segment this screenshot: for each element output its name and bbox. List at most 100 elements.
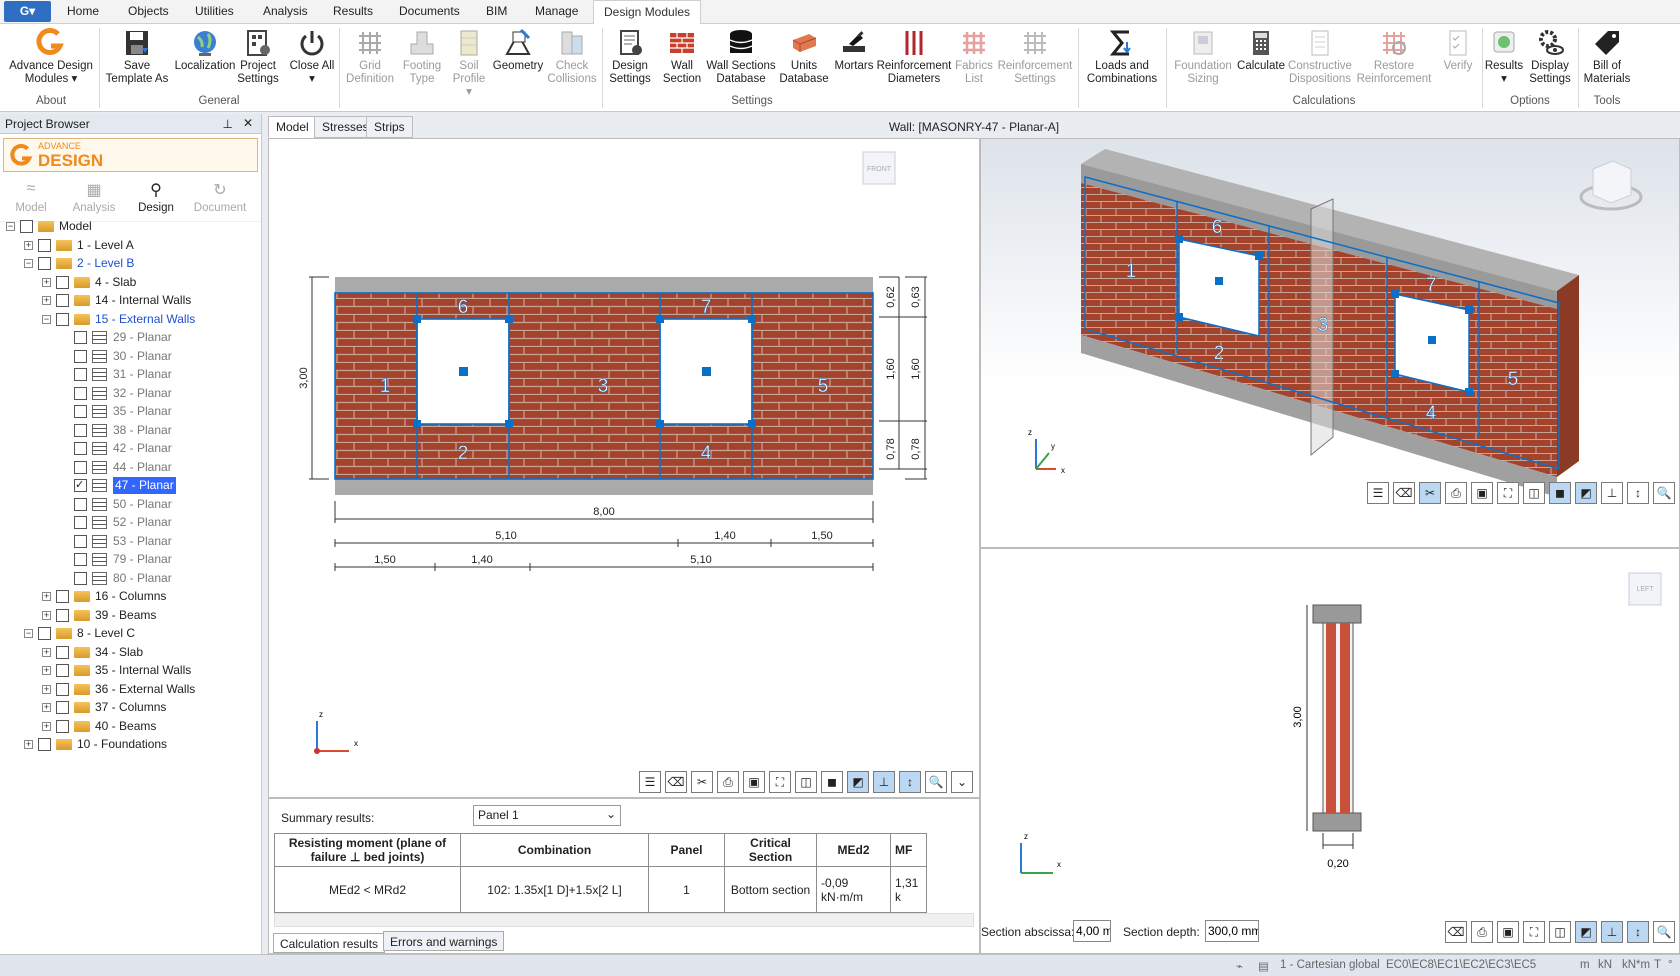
tree-item[interactable]: 53 - Planar xyxy=(0,533,260,550)
expand-toggle-icon[interactable]: − xyxy=(24,629,33,638)
tree-item[interactable]: +37 - Columns xyxy=(0,699,260,716)
scissors-icon[interactable]: ✂ xyxy=(1419,482,1441,504)
tab-home[interactable]: Home xyxy=(67,4,99,18)
app-menu-button[interactable]: G▾ xyxy=(4,1,51,22)
more-icon[interactable]: ⌄ xyxy=(951,771,973,793)
tree-item[interactable]: +4 - Slab xyxy=(0,274,260,291)
print-icon[interactable]: ⎙ xyxy=(1471,921,1493,943)
section-depth-input[interactable] xyxy=(1205,920,1259,942)
eraser-icon[interactable]: ⌫ xyxy=(1393,482,1415,504)
foundation-sizing-button[interactable]: Foundation Sizing xyxy=(1170,28,1236,86)
expand-toggle-icon[interactable]: + xyxy=(42,296,51,305)
snap-icon[interactable]: ⌁ xyxy=(1236,959,1243,973)
tree-checkbox[interactable] xyxy=(74,553,87,566)
tree-item[interactable]: − 15 - External Walls xyxy=(0,311,260,328)
tree-item[interactable]: +1 - Level A xyxy=(0,237,260,254)
expand-toggle-icon[interactable]: + xyxy=(42,647,51,657)
tree-checkbox[interactable] xyxy=(56,294,69,307)
zoom-window-icon[interactable]: 🔍 xyxy=(1653,482,1675,504)
tree-item[interactable]: +39 - Beams xyxy=(0,607,260,624)
unit-force[interactable]: kN xyxy=(1598,959,1612,971)
expand-toggle-icon[interactable]: + xyxy=(42,684,51,694)
loads-combinations-button[interactable]: Loads and Combinations xyxy=(1082,28,1162,86)
wall-sections-database-button[interactable]: Wall Sections Database xyxy=(704,28,778,86)
tree-item[interactable]: 52 - Planar xyxy=(0,514,260,531)
table-row[interactable]: MEd2 < MRd2 102: 1.35x[1 D]+1.5x[2 L] 1 … xyxy=(274,866,927,913)
save-view-icon[interactable]: ▣ xyxy=(1497,921,1519,943)
expand-toggle-icon[interactable]: + xyxy=(24,740,33,749)
3d-view-panel[interactable]: 1 2 3 4 5 6 7 z y x ☰ ⌫ ✂ ⎙ ▣ ⛶ ◫ ◼ ◩ ⊥ ↕ 🔍 xyxy=(980,138,1680,548)
tree-item[interactable]: 42 - Planar xyxy=(0,440,260,457)
advance-design-modules-button[interactable]: Advance Design Modules ▾ xyxy=(6,28,96,86)
tree-checkbox[interactable] xyxy=(74,423,87,437)
tree-checkbox[interactable] xyxy=(74,497,87,511)
expand-toggle-icon[interactable]: + xyxy=(42,721,51,731)
tree-checkbox[interactable] xyxy=(56,645,69,659)
render-icon[interactable]: ◩ xyxy=(1575,921,1597,943)
zoom-window-icon[interactable]: 🔍 xyxy=(1653,921,1675,943)
tab-strips[interactable]: Strips xyxy=(366,116,413,138)
render-icon[interactable]: ◩ xyxy=(1575,482,1597,504)
expand-toggle-icon[interactable]: + xyxy=(42,277,51,287)
calculate-button[interactable]: Calculate xyxy=(1236,28,1286,73)
save-view-icon[interactable]: ▣ xyxy=(1471,482,1493,504)
front-view-panel[interactable]: FRONT 1 2 3 4 5 6 7 3,00 0,62 1,60 0,78 … xyxy=(268,138,980,798)
tree-item[interactable]: 31 - Planar xyxy=(0,366,260,383)
layers-icon[interactable]: ▤ xyxy=(1258,959,1269,973)
zoom-window-icon[interactable]: 🔍 xyxy=(925,771,947,793)
tree-item[interactable]: ✓ 47 - Planar xyxy=(0,477,260,494)
units-database-button[interactable]: Units Database xyxy=(776,28,832,86)
soil-profile-button[interactable]: Soil Profile ▾ xyxy=(449,28,489,99)
geometry-button[interactable]: Geometry xyxy=(492,28,544,73)
expand-toggle-icon[interactable]: + xyxy=(42,666,51,675)
view-cube-icon[interactable] xyxy=(1579,160,1643,211)
tree-checkbox[interactable] xyxy=(56,312,69,326)
tab-errors-warnings[interactable]: Errors and warnings xyxy=(383,931,505,951)
tree-checkbox[interactable] xyxy=(74,460,87,474)
tree-item[interactable]: +10 - Foundations xyxy=(0,736,260,753)
tree-item[interactable]: +35 - Internal Walls xyxy=(0,662,260,679)
tab-results[interactable]: Results xyxy=(333,4,373,18)
tree-checkbox[interactable] xyxy=(74,349,87,363)
tree-item[interactable]: 79 - Planar xyxy=(0,551,260,568)
unit-angle[interactable]: ° xyxy=(1668,959,1673,971)
height-dim-icon[interactable]: ↕ xyxy=(1627,482,1649,504)
eraser-icon[interactable]: ⌫ xyxy=(1445,921,1467,943)
dimension-icon[interactable]: ⊥ xyxy=(873,771,895,793)
zoom-extents-icon[interactable]: ⛶ xyxy=(1497,482,1519,504)
tree-item[interactable]: +36 - External Walls xyxy=(0,681,260,698)
display-settings-button[interactable]: Display Settings xyxy=(1526,28,1574,86)
tree-checkbox[interactable] xyxy=(56,590,69,603)
height-dim-icon[interactable]: ↕ xyxy=(899,771,921,793)
tree-checkbox[interactable] xyxy=(20,220,33,233)
tree-item[interactable]: +14 - Internal Walls xyxy=(0,292,260,309)
expand-toggle-icon[interactable]: + xyxy=(42,610,51,620)
tree-item[interactable]: +16 - Columns xyxy=(0,588,260,605)
tree-item[interactable]: 30 - Planar xyxy=(0,348,260,365)
tab-bim[interactable]: BIM xyxy=(486,4,507,18)
tree-item[interactable]: 44 - Planar xyxy=(0,459,260,476)
wireframe-icon[interactable]: ◫ xyxy=(1549,921,1571,943)
horizontal-scrollbar[interactable] xyxy=(274,913,974,927)
section-abscissa-input[interactable] xyxy=(1073,920,1111,942)
mode-model[interactable]: ≈ Model xyxy=(3,180,59,214)
print-icon[interactable]: ⎙ xyxy=(1445,482,1467,504)
tree-item[interactable]: 38 - Planar xyxy=(0,422,260,439)
unit-temperature[interactable]: T xyxy=(1654,959,1661,971)
tree-checkbox[interactable] xyxy=(56,701,69,714)
close-all-button[interactable]: Close All ▾ xyxy=(289,28,335,86)
tree-checkbox[interactable] xyxy=(74,534,87,548)
save-template-button[interactable]: Save Template As xyxy=(104,28,170,86)
tree-checkbox[interactable] xyxy=(74,331,87,344)
tab-objects[interactable]: Objects xyxy=(128,4,169,18)
expand-toggle-icon[interactable]: + xyxy=(24,240,33,250)
list-icon[interactable]: ☰ xyxy=(639,771,661,793)
tab-calculation-results[interactable]: Calculation results xyxy=(273,933,386,953)
tree-checkbox[interactable] xyxy=(74,571,87,585)
tree-item[interactable]: − Model xyxy=(0,218,260,235)
mode-document[interactable]: ↻ Document xyxy=(192,180,248,214)
tree-item[interactable]: 80 - Planar xyxy=(0,570,260,587)
reinforcement-settings-button[interactable]: Reinforcement Settings xyxy=(995,28,1075,86)
mode-analysis[interactable]: ▦ Analysis xyxy=(66,180,122,214)
expand-toggle-icon[interactable]: − xyxy=(6,222,15,231)
